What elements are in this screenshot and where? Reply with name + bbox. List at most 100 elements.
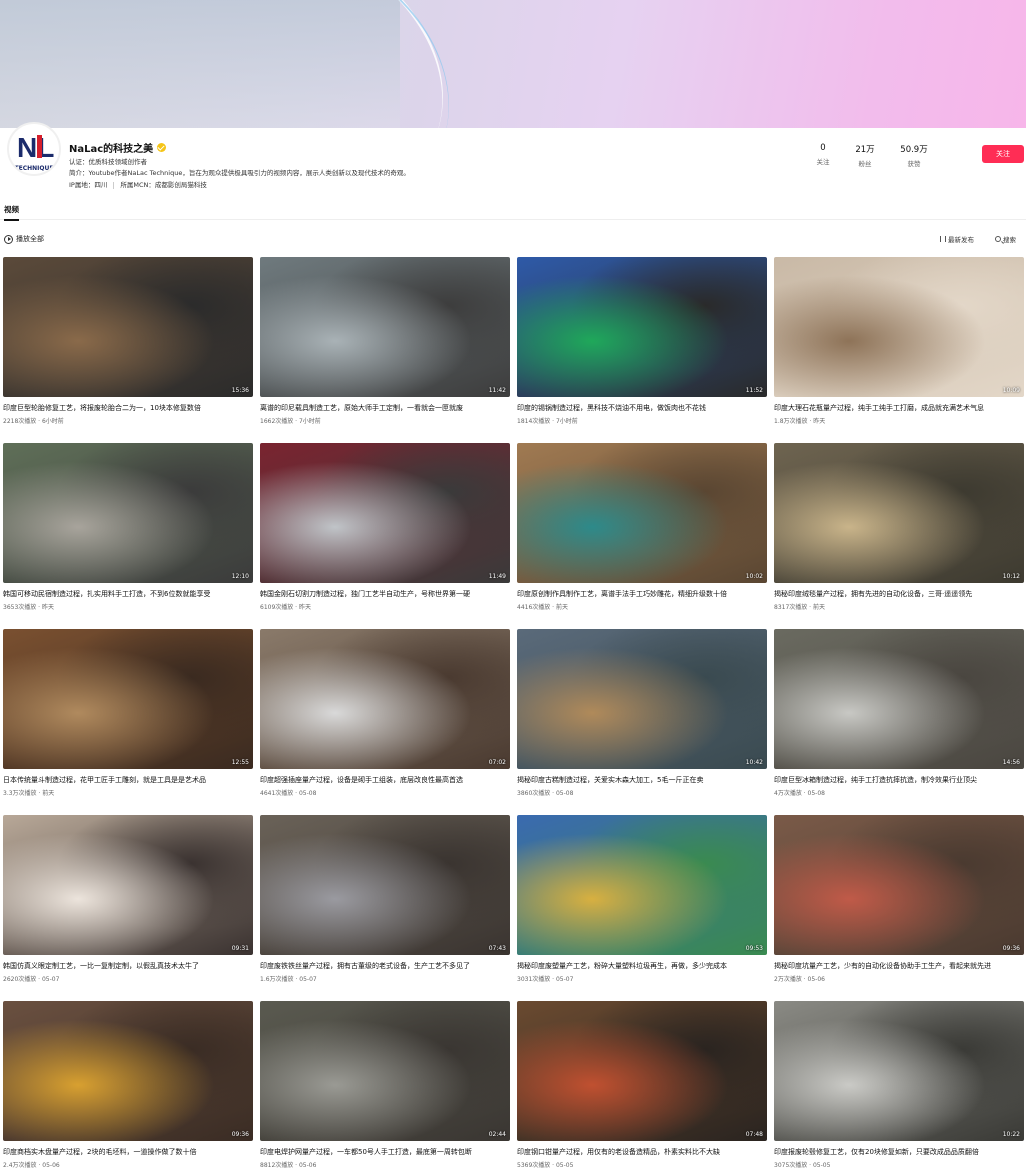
stat-following[interactable]: 0 关注 bbox=[803, 143, 843, 166]
video-card[interactable]: 11:42 离谱的印尼载具制造工艺，原始大师手工定制，一看就会一匣就废 1662次播… bbox=[260, 257, 510, 437]
sort-latest-button[interactable]: 最新发布 bbox=[940, 234, 974, 244]
video-thumbnail[interactable]: 12:55 bbox=[3, 629, 253, 769]
channel-page: NL TECHNIQUE NaLac的科技之美 认证：优质科技领域创作者 简介：… bbox=[0, 0, 1026, 1171]
video-card[interactable]: 07:02 印度超强插座量产过程，设备是砌手工组装，底层改良性最高首选 4641次播… bbox=[260, 629, 510, 809]
play-icon bbox=[4, 234, 13, 244]
video-card[interactable]: 10:22 印度报废轮毂修复工艺，仅有20块修复如新，只要改成品品质翻倍 3075次… bbox=[774, 1001, 1024, 1171]
video-title[interactable]: 印度商档实木盘量产过程，2块的毛坯料，一道操作做了数十倍 bbox=[3, 1147, 253, 1157]
video-thumbnail[interactable]: 07:02 bbox=[260, 629, 510, 769]
video-card[interactable]: 09:36 印度商档实木盘量产过程，2块的毛坯料，一道操作做了数十倍 2.4万次播放… bbox=[3, 1001, 253, 1171]
video-title[interactable]: 离谱的印尼载具制造工艺，原始大师手工定制，一看就会一匣就废 bbox=[260, 403, 510, 413]
video-meta: 2万次播放 · 05-06 bbox=[774, 976, 825, 983]
video-card[interactable]: 11:52 印度的锡锅制造过程，黑科技不烧油不用电，做饭肉也不花钱 1814次播放 … bbox=[517, 257, 767, 437]
video-duration: 12:10 bbox=[231, 573, 249, 580]
video-thumbnail[interactable]: 11:49 bbox=[260, 443, 510, 583]
video-meta: 2.4万次播放 · 05-06 bbox=[3, 1162, 60, 1169]
sort-icon bbox=[940, 236, 946, 242]
video-card[interactable]: 07:48 印度钢口钳量产过程，用仅有的老设备造精品，朴素实料比不大缺 5369次播… bbox=[517, 1001, 767, 1171]
video-card[interactable]: 15:36 印度巨型轮胎修复工艺，将报废轮胎合二为一，10块本修复数倍 2218次播… bbox=[3, 257, 253, 437]
video-duration: 10:22 bbox=[1002, 1131, 1020, 1138]
video-card[interactable]: 02:44 印度电焊护网量产过程，一车都50号人手工打造，最底第一周转包断 8812… bbox=[260, 1001, 510, 1171]
video-thumbnail[interactable]: 07:48 bbox=[517, 1001, 767, 1141]
video-title[interactable]: 印度原创制作具制作工艺，离谱手法手工巧妙雕花，精细升级数十倍 bbox=[517, 589, 767, 599]
video-duration: 10:09 bbox=[1002, 387, 1020, 394]
video-card[interactable]: 12:10 韩国可移动民宿制造过程，扎实用料手工打造，不到6位数就能享受 3653次… bbox=[3, 443, 253, 623]
video-thumbnail[interactable]: 09:53 bbox=[517, 815, 767, 955]
tab-bar: 视频 bbox=[0, 200, 1026, 221]
video-thumbnail[interactable]: 10:12 bbox=[774, 443, 1024, 583]
video-card[interactable]: 09:31 韩国仿真义眼定制工艺，一比一复制定制，以假乱真技术太牛了 2620次播放… bbox=[3, 815, 253, 995]
video-meta: 4416次播放 · 前天 bbox=[517, 604, 568, 611]
video-meta: 5369次播放 · 05-05 bbox=[517, 1162, 574, 1169]
video-duration: 09:31 bbox=[231, 945, 249, 952]
video-title[interactable]: 揭秘印度坑量产工艺，少有的自动化设备协助手工生产，看起来就先进 bbox=[774, 961, 1024, 971]
stat-label: 粉丝 bbox=[858, 160, 872, 168]
video-card[interactable]: 10:12 揭秘印度绒毯量产过程，拥有先进的自动化设备，三哥·遥遥领先 8317次播… bbox=[774, 443, 1024, 623]
video-title[interactable]: 印度大理石花瓶量产过程，纯手工纯手工打磨，成品就充满艺术气息 bbox=[774, 403, 1024, 413]
nalac-logo: NL bbox=[15, 131, 57, 161]
video-title[interactable]: 揭秘印度绒毯量产过程，拥有先进的自动化设备，三哥·遥遥领先 bbox=[774, 589, 1024, 599]
video-thumbnail[interactable]: 10:09 bbox=[774, 257, 1024, 397]
video-title[interactable]: 印度的锡锅制造过程，黑科技不烧油不用电，做饭肉也不花钱 bbox=[517, 403, 767, 413]
video-thumbnail[interactable]: 11:42 bbox=[260, 257, 510, 397]
video-title[interactable]: 印度报废轮毂修复工艺，仅有20块修复如新，只要改成品品质翻倍 bbox=[774, 1147, 1024, 1157]
video-thumbnail[interactable]: 14:56 bbox=[774, 629, 1024, 769]
video-card[interactable]: 10:09 印度大理石花瓶量产过程，纯手工纯手工打磨，成品就充满艺术气息 1.8万次… bbox=[774, 257, 1024, 437]
video-duration: 14:56 bbox=[1002, 759, 1020, 766]
video-card[interactable]: 10:42 揭秘印度古糕制造过程，关爱实木森大加工，5毛一斤正在卖 3860次播放 … bbox=[517, 629, 767, 809]
video-title[interactable]: 韩国金刚石切割刀制造过程，独门工艺半自动生产，号称世界第一硬 bbox=[260, 589, 510, 599]
video-thumbnail[interactable]: 11:52 bbox=[517, 257, 767, 397]
channel-name-text: NaLac的科技之美 bbox=[69, 144, 154, 155]
video-thumbnail[interactable]: 10:42 bbox=[517, 629, 767, 769]
video-card[interactable]: 09:53 揭秘印度废塑量产工艺，粉碎大量塑料垃圾再生，再做，多少完成本 3031次… bbox=[517, 815, 767, 995]
channel-name: NaLac的科技之美 bbox=[69, 140, 167, 155]
video-title[interactable]: 印度废铁铁丝量产过程，拥有古董级的老式设备，生产工艺不多见了 bbox=[260, 961, 510, 971]
search-button[interactable]: 搜索 bbox=[995, 234, 1016, 244]
video-title[interactable]: 揭秘印度古糕制造过程，关爱实木森大加工，5毛一斤正在卖 bbox=[517, 775, 767, 785]
stat-fans[interactable]: 21万 粉丝 bbox=[845, 143, 885, 168]
video-thumbnail[interactable]: 10:02 bbox=[517, 443, 767, 583]
search-icon bbox=[995, 236, 1001, 242]
stat-likes: 50.9万 获赞 bbox=[894, 143, 934, 168]
video-thumbnail[interactable]: 15:36 bbox=[3, 257, 253, 397]
video-meta: 1814次播放 · 7小时前 bbox=[517, 418, 578, 425]
follow-button[interactable]: 关注 bbox=[982, 145, 1024, 163]
svg-text:NL: NL bbox=[17, 132, 54, 161]
video-duration: 07:48 bbox=[745, 1131, 763, 1138]
verified-icon bbox=[157, 143, 167, 152]
video-title[interactable]: 印度超强插座量产过程，设备是砌手工组装，底层改良性最高首选 bbox=[260, 775, 510, 785]
video-title[interactable]: 揭秘印度废塑量产工艺，粉碎大量塑料垃圾再生，再做，多少完成本 bbox=[517, 961, 767, 971]
video-title[interactable]: 日本传统量斗制造过程，花甲工匠手工雕刻，就是工具是是艺术品 bbox=[3, 775, 253, 785]
video-title[interactable]: 韩国可移动民宿制造过程，扎实用料手工打造，不到6位数就能享受 bbox=[3, 589, 253, 599]
video-title[interactable]: 印度巨型冰箱制造过程，纯手工打造抗摔抗造，制冷效果行业顶尖 bbox=[774, 775, 1024, 785]
video-title[interactable]: 印度巨型轮胎修复工艺，将报废轮胎合二为一，10块本修复数倍 bbox=[3, 403, 253, 413]
video-title[interactable]: 印度电焊护网量产过程，一车都50号人手工打造，最底第一周转包断 bbox=[260, 1147, 510, 1157]
video-card[interactable]: 09:36 揭秘印度坑量产工艺，少有的自动化设备协助手工生产，看起来就先进 2万次播… bbox=[774, 815, 1024, 995]
video-thumbnail[interactable]: 12:10 bbox=[3, 443, 253, 583]
video-card[interactable]: 11:49 韩国金刚石切割刀制造过程，独门工艺半自动生产，号称世界第一硬 6109次… bbox=[260, 443, 510, 623]
video-duration: 09:36 bbox=[1002, 945, 1020, 952]
video-card[interactable]: 10:02 印度原创制作具制作工艺，离谱手法手工巧妙雕花，精细升级数十倍 4416次… bbox=[517, 443, 767, 623]
avatar-subtext: TECHNIQUE bbox=[14, 165, 54, 172]
video-title[interactable]: 印度钢口钳量产过程，用仅有的老设备造精品，朴素实料比不大缺 bbox=[517, 1147, 767, 1157]
stat-num: 21万 bbox=[855, 145, 875, 155]
video-thumbnail[interactable]: 07:43 bbox=[260, 815, 510, 955]
video-thumbnail[interactable]: 10:22 bbox=[774, 1001, 1024, 1141]
video-meta: 3031次播放 · 05-07 bbox=[517, 976, 574, 983]
video-thumbnail[interactable]: 09:36 bbox=[774, 815, 1024, 955]
tab-video[interactable]: 视频 bbox=[4, 204, 19, 221]
video-thumbnail[interactable]: 02:44 bbox=[260, 1001, 510, 1141]
play-all-button[interactable]: 播放全部 bbox=[4, 234, 44, 244]
video-card[interactable]: 12:55 日本传统量斗制造过程，花甲工匠手工雕刻，就是工具是是艺术品 3.3万次播… bbox=[3, 629, 253, 809]
video-duration: 11:42 bbox=[488, 387, 506, 394]
video-thumbnail[interactable]: 09:36 bbox=[3, 1001, 253, 1141]
video-title[interactable]: 韩国仿真义眼定制工艺，一比一复制定制，以假乱真技术太牛了 bbox=[3, 961, 253, 971]
video-duration: 10:42 bbox=[745, 759, 763, 766]
video-meta: 2620次播放 · 05-07 bbox=[3, 976, 60, 983]
video-meta: 4641次播放 · 05-08 bbox=[260, 790, 317, 797]
avatar[interactable]: NL TECHNIQUE bbox=[7, 122, 61, 176]
video-card[interactable]: 14:56 印度巨型冰箱制造过程，纯手工打造抗摔抗造，制冷效果行业顶尖 4万次播放 … bbox=[774, 629, 1024, 809]
video-card[interactable]: 07:43 印度废铁铁丝量产过程，拥有古董级的老式设备，生产工艺不多见了 1.6万次… bbox=[260, 815, 510, 995]
video-thumbnail[interactable]: 09:31 bbox=[3, 815, 253, 955]
bio-line: 简介：Youtube作者NaLac Technique，旨在为观众提供极具吸引力… bbox=[69, 169, 410, 177]
